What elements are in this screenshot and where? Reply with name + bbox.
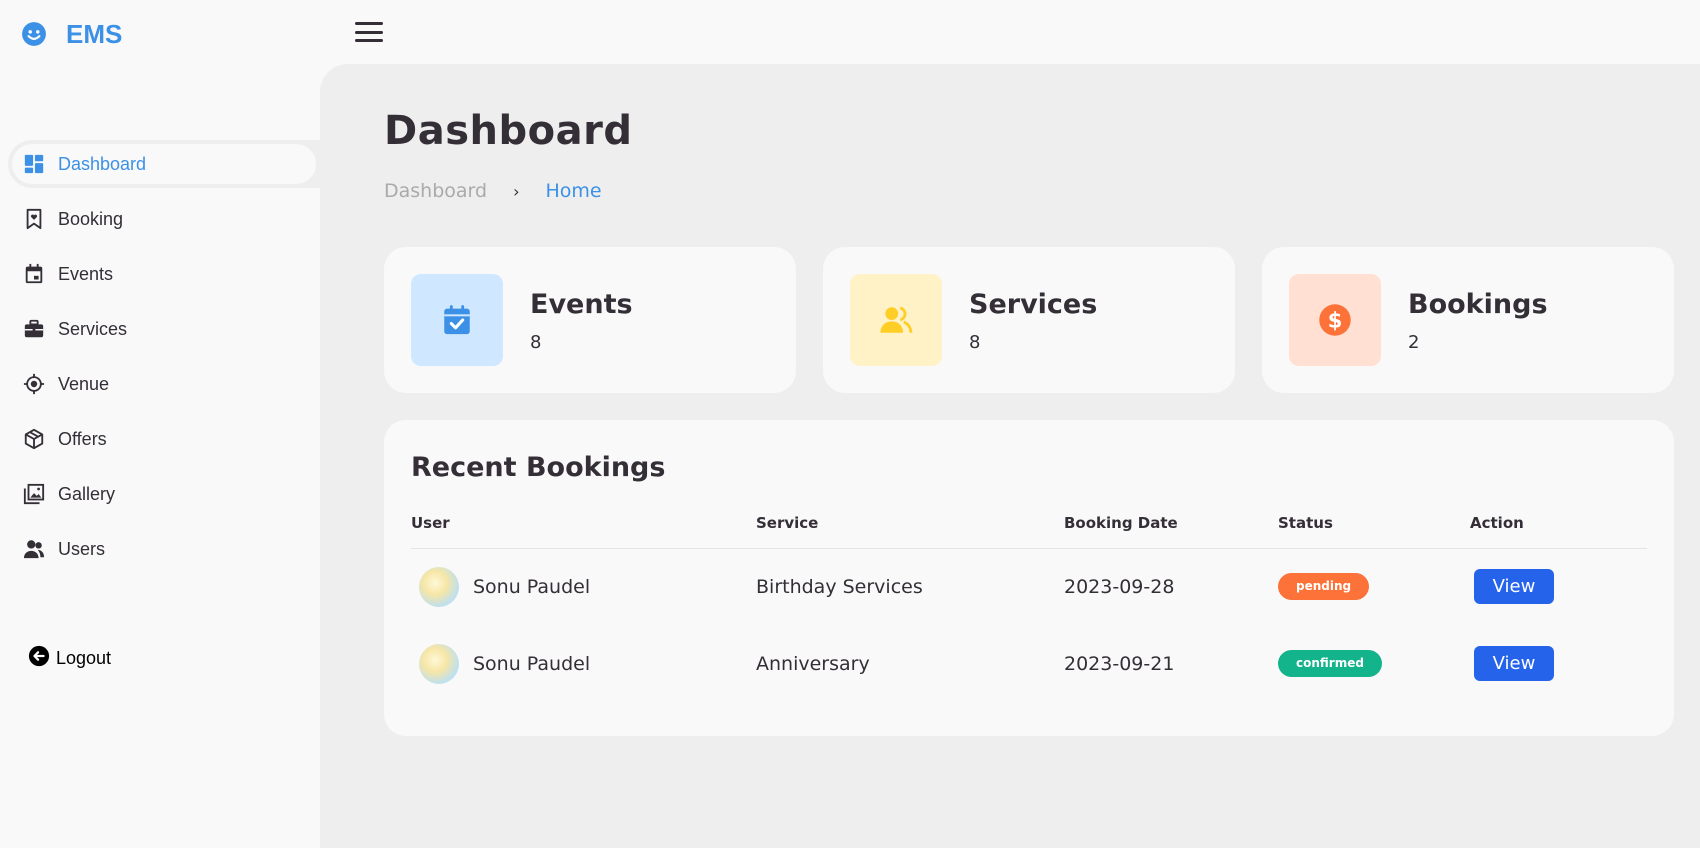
brand[interactable]: EMS [20,16,122,52]
sidebar-item-services[interactable]: Services [8,305,320,353]
view-button[interactable]: View [1474,646,1554,681]
status-badge: confirmed [1278,650,1382,677]
recent-bookings-panel: Recent Bookings User Service Booking Dat… [384,420,1674,736]
sidebar-item-label: Services [58,318,128,339]
column-header: User [411,508,756,549]
stat-card-bookings: $ Bookings 2 [1262,247,1674,393]
service-name: Birthday Services [756,575,923,598]
table-header-row: User Service Booking Date Status Action [411,508,1647,549]
table-row: Sonu Paudel Birthday Services 2023-09-28… [411,548,1647,625]
service-name: Anniversary [756,652,870,675]
calendar-icon [22,262,46,286]
stats-row: Events 8 Services 8 $ Bookings 2 [384,247,1674,393]
target-icon [22,372,46,396]
calendar-check-icon [411,274,503,366]
briefcase-icon [22,317,46,341]
bookmark-heart-icon [22,207,46,231]
sidebar-item-users[interactable]: Users [8,525,320,573]
bookings-table: User Service Booking Date Status Action … [411,508,1647,702]
breadcrumb-dashboard[interactable]: Dashboard [384,180,487,202]
table-row: Sonu Paudel Anniversary 2023-09-21 confi… [411,625,1647,702]
main-content: Dashboard Dashboard › Home Events 8 Serv… [320,64,1700,848]
stat-value: 8 [969,332,981,353]
sidebar-item-events[interactable]: Events [8,250,320,298]
booking-date: 2023-09-28 [1064,575,1175,598]
logout-label: Logout [56,647,112,668]
sidebar-item-label: Gallery [58,483,116,504]
chevron-right-icon: › [513,181,520,201]
sidebar-item-label: Dashboard [58,153,147,174]
sidebar-item-label: Events [58,263,114,284]
sidebar-item-dashboard[interactable]: Dashboard [8,140,320,188]
stat-title: Bookings [1408,289,1548,320]
dollar-circle-icon: $ [1289,274,1381,366]
column-header: Service [756,508,1064,549]
sidebar-item-booking[interactable]: Booking [8,195,320,243]
view-button[interactable]: View [1474,569,1554,605]
status-badge: pending [1278,573,1370,601]
stat-card-events: Events 8 [384,247,796,393]
sidebar-item-gallery[interactable]: Gallery [8,470,320,518]
stat-title: Events [530,289,633,320]
avatar [419,643,459,684]
sidebar-item-offers[interactable]: Offers [8,415,320,463]
user-name: Sonu Paudel [473,652,591,675]
menu-toggle-icon[interactable] [355,20,383,44]
sidebar: EMS Dashboard Booking Events Services Ve… [0,0,320,848]
breadcrumb: Dashboard › Home [384,180,602,202]
svg-text:$: $ [1328,309,1343,333]
column-header: Booking Date [1064,508,1278,549]
stat-title: Services [969,289,1098,320]
sidebar-item-label: Venue [58,373,110,394]
booking-date: 2023-09-21 [1064,652,1175,675]
column-header: Action [1470,508,1647,549]
dashboard-icon [22,152,46,176]
stat-value: 2 [1408,332,1420,353]
page-title: Dashboard [384,108,633,154]
sidebar-item-label: Users [58,538,106,559]
people-icon [850,274,942,366]
sidebar-menu: Dashboard Booking Events Services Venue [0,140,320,580]
sidebar-item-label: Offers [58,428,107,449]
avatar [419,566,459,607]
breadcrumb-home[interactable]: Home [546,180,602,202]
brand-name: EMS [66,18,123,49]
users-icon [22,537,46,561]
stat-card-services: Services 8 [823,247,1235,393]
column-header: Status [1278,508,1470,549]
logout-button[interactable]: Logout [28,645,111,671]
gallery-icon [22,482,46,506]
sidebar-item-venue[interactable]: Venue [8,360,320,408]
smile-icon [20,20,48,48]
recent-bookings-title: Recent Bookings [411,452,666,483]
sidebar-item-label: Booking [58,208,124,229]
logout-icon [28,645,50,671]
user-name: Sonu Paudel [473,575,591,598]
stat-value: 8 [530,332,542,353]
package-icon [22,427,46,451]
